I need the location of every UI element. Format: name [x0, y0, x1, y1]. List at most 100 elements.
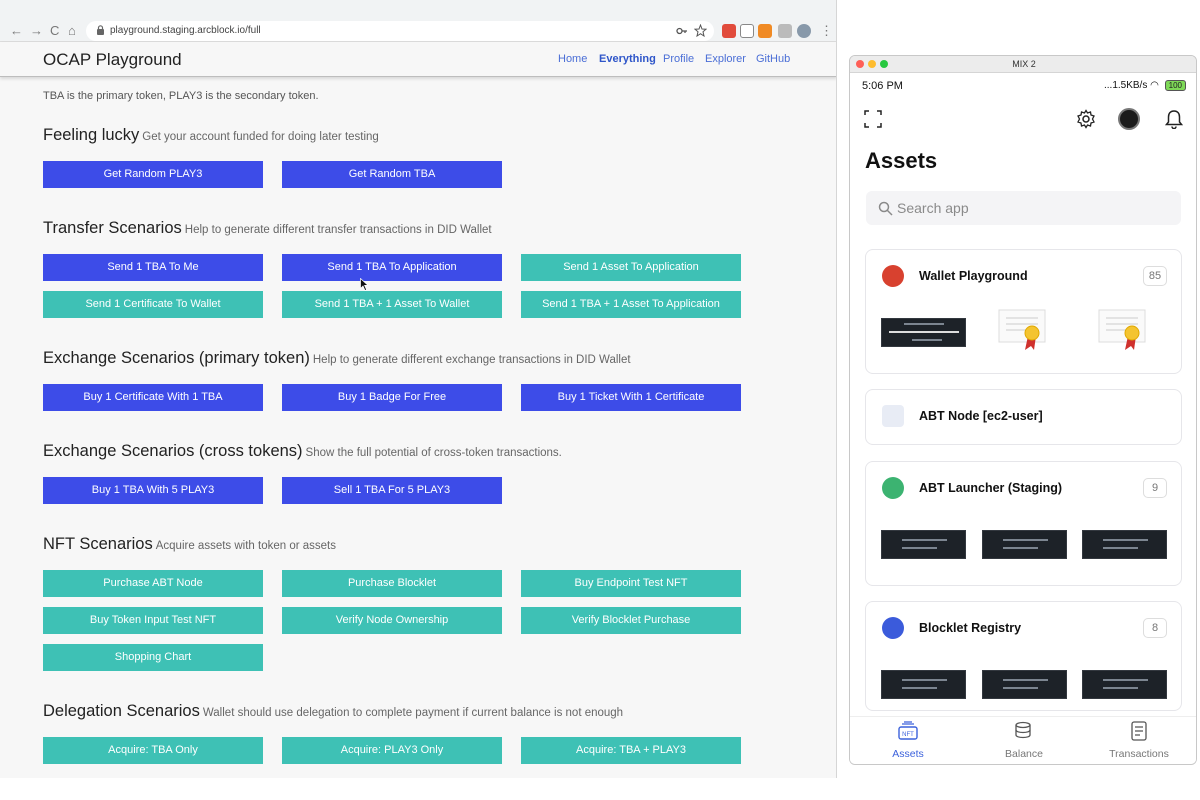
section-description: Help to generate different transfer tran… [184, 224, 492, 236]
nav-link-profile[interactable]: Profile [663, 53, 694, 65]
browser-toolbar: ← → C ⌂ playground.staging.arcblock.io/f… [0, 0, 836, 42]
card-title: ABT Node [ec2-user] [919, 409, 1043, 423]
section-title-exchange-primary: Exchange Scenarios (primary token) Help t… [43, 349, 631, 368]
scan-icon[interactable] [864, 110, 882, 128]
asset-card-wallet-playground[interactable]: Wallet Playground 85 [865, 249, 1182, 374]
nav-link-explorer[interactable]: Explorer [705, 53, 746, 65]
phone-window: MIX 2 5:06 PM ...1.5KB/s ◠ 100 Assets Se… [849, 55, 1197, 765]
card-title: Blocklet Registry [919, 621, 1022, 635]
document-icon [1131, 721, 1147, 741]
search-input[interactable]: Search app [866, 191, 1181, 225]
url-text: playground.staging.arcblock.io/full [110, 25, 261, 36]
status-time: 5:06 PM [862, 80, 903, 92]
section-heading: Delegation Scenarios [43, 702, 200, 720]
card-title: Wallet Playground [919, 269, 1028, 283]
metamask-icon[interactable] [758, 24, 772, 38]
section-heading: Exchange Scenarios (primary token) [43, 349, 310, 367]
acquire-tba-play3-button[interactable]: Acquire: TBA + PLAY3 [521, 737, 741, 764]
buy-ticket-button[interactable]: Buy 1 Ticket With 1 Certificate [521, 384, 741, 411]
nav-link-home[interactable]: Home [558, 53, 587, 65]
status-indicators: ...1.5KB/s ◠ 100 [1104, 80, 1186, 91]
nft-thumbnail[interactable] [982, 670, 1067, 699]
forward-icon[interactable]: → [30, 24, 43, 38]
buy-endpoint-test-nft-button[interactable]: Buy Endpoint Test NFT [521, 570, 741, 597]
search-icon [878, 201, 893, 216]
nft-thumbnail[interactable] [881, 530, 966, 559]
nav-link-everything[interactable]: Everything [599, 53, 656, 65]
send-tba-to-me-button[interactable]: Send 1 TBA To Me [43, 254, 263, 281]
gear-icon[interactable] [1076, 109, 1096, 129]
address-bar[interactable]: playground.staging.arcblock.io/full [86, 21, 714, 41]
buy-token-input-test-nft-button[interactable]: Buy Token Input Test NFT [43, 607, 263, 634]
section-description: Show the full potential of cross-token t… [305, 447, 562, 459]
acquire-tba-only-button[interactable]: Acquire: TBA Only [43, 737, 263, 764]
asset-card-abt-launcher[interactable]: ABT Launcher (Staging) 9 [865, 461, 1182, 586]
verify-node-ownership-button[interactable]: Verify Node Ownership [282, 607, 502, 634]
get-random-play3-button[interactable]: Get Random PLAY3 [43, 161, 263, 188]
profile-avatar-icon[interactable] [797, 24, 811, 38]
get-random-tba-button[interactable]: Get Random TBA [282, 161, 502, 188]
section-heading: Exchange Scenarios (cross tokens) [43, 442, 303, 460]
send-asset-to-application-button[interactable]: Send 1 Asset To Application [521, 254, 741, 281]
section-title-feeling-lucky: Feeling lucky Get your account funded for… [43, 126, 379, 145]
node-icon [882, 405, 904, 427]
back-icon[interactable]: ← [10, 24, 23, 38]
tab-assets[interactable]: NFT Assets [858, 721, 958, 760]
purchase-blocklet-button[interactable]: Purchase Blocklet [282, 570, 502, 597]
lock-icon [97, 25, 104, 35]
asset-card-abt-node[interactable]: ABT Node [ec2-user] [865, 389, 1182, 445]
buy-badge-button[interactable]: Buy 1 Badge For Free [282, 384, 502, 411]
reload-icon[interactable]: C [50, 24, 59, 38]
bell-icon[interactable] [1165, 109, 1183, 129]
certificate-thumbnail[interactable] [998, 308, 1048, 352]
app-header: OCAP Playground Home Everything Profile … [0, 42, 836, 77]
send-tba-to-application-button[interactable]: Send 1 TBA To Application [282, 254, 502, 281]
gmail-extension-icon[interactable] [722, 24, 736, 38]
section-description: Get your account funded for doing later … [142, 131, 379, 143]
section-title-nft: NFT Scenarios Acquire assets with token o… [43, 535, 336, 554]
certificate-thumbnail[interactable] [1098, 308, 1148, 352]
page-title: OCAP Playground [43, 50, 182, 69]
nft-thumbnail[interactable] [881, 670, 966, 699]
star-icon[interactable] [694, 24, 707, 37]
intro-text: TBA is the primary token, PLAY3 is the s… [43, 90, 319, 102]
tab-transactions[interactable]: Transactions [1089, 721, 1189, 760]
mouse-cursor-icon [360, 278, 369, 291]
card-count-badge: 9 [1143, 478, 1167, 498]
coins-icon [1015, 721, 1031, 739]
sell-tba-for-play3-button[interactable]: Sell 1 TBA For 5 PLAY3 [282, 477, 502, 504]
registry-icon [882, 617, 904, 639]
menu-icon[interactable]: ⋮ [820, 24, 833, 38]
nft-thumbnail[interactable] [1082, 530, 1167, 559]
section-title-delegation: Delegation Scenarios Wallet should use de… [43, 702, 623, 721]
send-tba-asset-to-wallet-button[interactable]: Send 1 TBA + 1 Asset To Wallet [282, 291, 502, 318]
shopping-chart-button[interactable]: Shopping Chart [43, 644, 263, 671]
extension-icon[interactable] [740, 24, 754, 38]
launcher-icon [882, 477, 904, 499]
main-content: TBA is the primary token, PLAY3 is the s… [0, 78, 836, 778]
section-description: Wallet should use delegation to complete… [202, 707, 624, 719]
tab-balance[interactable]: Balance [974, 721, 1074, 760]
card-title: ABT Launcher (Staging) [919, 481, 1063, 495]
asset-card-blocklet-registry[interactable]: Blocklet Registry 8 [865, 601, 1182, 711]
send-tba-asset-to-application-button[interactable]: Send 1 TBA + 1 Asset To Application [521, 291, 741, 318]
purchase-abt-node-button[interactable]: Purchase ABT Node [43, 570, 263, 597]
nft-thumbnail[interactable] [881, 318, 966, 347]
nft-thumbnail[interactable] [1082, 670, 1167, 699]
verify-blocklet-purchase-button[interactable]: Verify Blocklet Purchase [521, 607, 741, 634]
nft-thumbnail[interactable] [982, 530, 1067, 559]
wifi-icon: ◠ [1150, 80, 1159, 91]
buy-tba-with-play3-button[interactable]: Buy 1 TBA With 5 PLAY3 [43, 477, 263, 504]
section-heading: Feeling lucky [43, 126, 140, 144]
section-description: Acquire assets with token or assets [155, 540, 336, 552]
nav-link-github[interactable]: GitHub [756, 53, 790, 65]
puzzle-icon[interactable] [778, 24, 792, 38]
tab-label: Transactions [1109, 748, 1169, 760]
section-description: Help to generate different exchange tran… [312, 354, 631, 366]
avatar[interactable] [1118, 108, 1140, 130]
buy-certificate-button[interactable]: Buy 1 Certificate With 1 TBA [43, 384, 263, 411]
send-certificate-to-wallet-button[interactable]: Send 1 Certificate To Wallet [43, 291, 263, 318]
key-icon[interactable] [676, 25, 688, 37]
acquire-play3-only-button[interactable]: Acquire: PLAY3 Only [282, 737, 502, 764]
home-icon[interactable]: ⌂ [68, 24, 76, 38]
